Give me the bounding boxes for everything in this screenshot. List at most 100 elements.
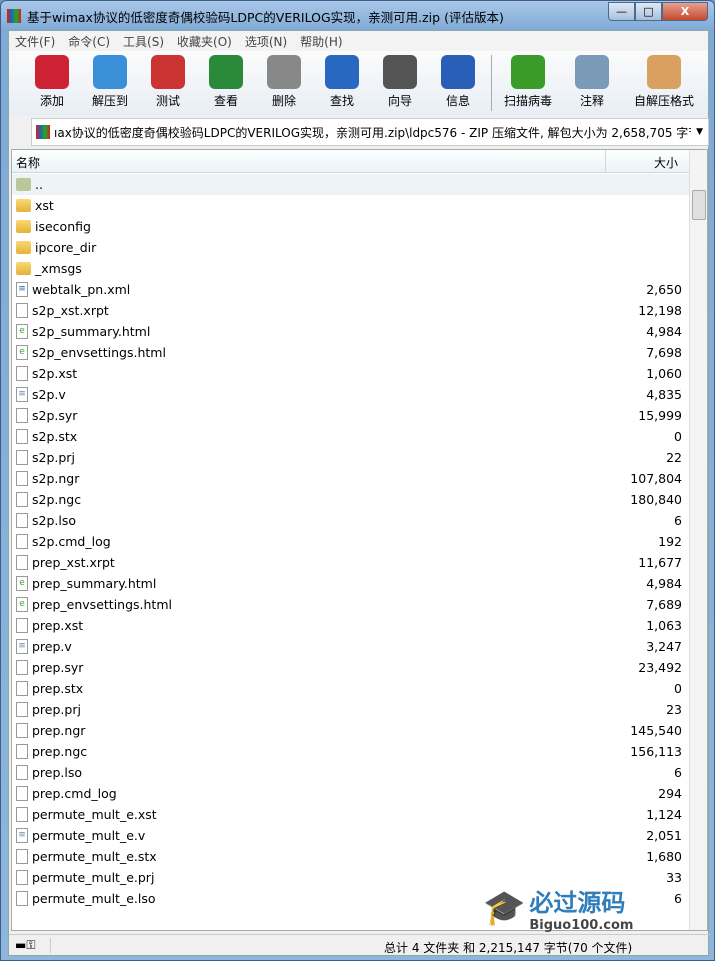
file-name: s2p_xst.xrpt [32, 303, 109, 318]
file-row[interactable]: s2p.xst 1,060 [12, 363, 690, 384]
address-bar[interactable]: ıax协议的低密度奇偶校验码LDPC的VERILOG实现，亲测可用.zip\ld… [31, 118, 709, 146]
file-size: 15,999 [638, 408, 682, 423]
file-size: 6 [674, 513, 682, 528]
file-name: prep.ngr [32, 723, 86, 738]
app-window: 基于wimax协议的低密度奇偶校验码LDPC的VERILOG实现，亲测可用.zi… [0, 0, 715, 961]
file-row[interactable]: .. [12, 174, 690, 195]
file-row[interactable]: prep.xst 1,063 [12, 615, 690, 636]
file-icon [16, 702, 28, 717]
file-row[interactable]: s2p.stx 0 [12, 426, 690, 447]
toolbar-label: 信息 [445, 94, 470, 108]
file-row[interactable]: s2p.ngr 107,804 [12, 468, 690, 489]
toolbar-label: 扫描病毒 [503, 94, 552, 108]
file-row[interactable]: s2p_xst.xrpt 12,198 [12, 300, 690, 321]
toolbar-button[interactable]: 自解压格式 [624, 55, 704, 109]
folder-icon [16, 199, 31, 212]
file-name: prep.stx [32, 681, 84, 696]
magnifier-icon [325, 55, 359, 89]
file-row[interactable]: e s2p_summary.html 4,984 [12, 321, 690, 342]
toolbar-button[interactable]: 注释 [560, 55, 624, 109]
status-bar: ▬⚿ 总计 4 文件夹 和 2,215,147 字节(70 个文件) [9, 934, 710, 956]
xml-file-icon: ≡ [16, 282, 28, 297]
file-icon [16, 723, 28, 738]
extract-folder-icon [93, 55, 127, 89]
file-name: s2p.stx [32, 429, 78, 444]
file-size: 192 [658, 534, 682, 549]
toolbar-label: 删除 [271, 94, 296, 108]
file-name: iseconfig [35, 219, 91, 234]
toolbar-button[interactable]: 删除 [255, 55, 313, 109]
file-name: xst [35, 198, 54, 213]
menu-item[interactable]: 命令(C) [68, 33, 110, 50]
toolbar-button[interactable]: 添加 [23, 55, 81, 109]
file-row[interactable]: prep.cmd_log 294 [12, 783, 690, 804]
file-row[interactable]: prep_xst.xrpt 11,677 [12, 552, 690, 573]
file-row[interactable]: e s2p_envsettings.html 7,698 [12, 342, 690, 363]
close-button[interactable]: X [662, 2, 708, 21]
minimize-button[interactable]: — [608, 2, 635, 21]
file-row[interactable]: ≡ prep.v 3,247 [12, 636, 690, 657]
toolbar-button[interactable]: 测试 [139, 55, 197, 109]
file-icon [16, 303, 28, 318]
file-row[interactable]: ≡ permute_mult_e.v 2,051 [12, 825, 690, 846]
file-name: permute_mult_e.xst [32, 807, 157, 822]
file-row[interactable]: s2p.syr 15,999 [12, 405, 690, 426]
file-row[interactable]: _xmsgs [12, 258, 690, 279]
file-name: prep.lso [32, 765, 83, 780]
file-row[interactable]: s2p.cmd_log 192 [12, 531, 690, 552]
file-icon [16, 660, 28, 675]
address-dropdown-icon[interactable]: ▼ [691, 127, 708, 137]
menu-item[interactable]: 收藏夹(O) [177, 33, 232, 50]
file-name: s2p.lso [32, 513, 77, 528]
file-row[interactable]: e prep_summary.html 4,984 [12, 573, 690, 594]
file-size: 3,247 [646, 639, 682, 654]
column-header-name[interactable]: 名称 [12, 150, 606, 172]
file-row[interactable]: prep.ngc 156,113 [12, 741, 690, 762]
file-size: 0 [674, 429, 682, 444]
file-row[interactable]: ipcore_dir [12, 237, 690, 258]
toolbar-button[interactable]: 查找 [313, 55, 371, 109]
toolbar-button[interactable]: 扫描病毒 [496, 55, 560, 109]
menu-item[interactable]: 选项(N) [245, 33, 287, 50]
menu-item[interactable]: 文件(F) [15, 33, 55, 50]
file-row[interactable]: prep.lso 6 [12, 762, 690, 783]
maximize-button[interactable]: □ [635, 2, 662, 21]
file-row[interactable]: s2p.prj 22 [12, 447, 690, 468]
toolbar-button[interactable]: 信息 [429, 55, 487, 109]
file-row[interactable]: s2p.ngc 180,840 [12, 489, 690, 510]
file-row[interactable]: ≡ s2p.v 4,835 [12, 384, 690, 405]
file-row[interactable]: s2p.lso 6 [12, 510, 690, 531]
file-icon [16, 450, 28, 465]
file-row[interactable]: xst [12, 195, 690, 216]
file-row[interactable]: permute_mult_e.stx 1,680 [12, 846, 690, 867]
file-size: 12,198 [638, 303, 682, 318]
file-row[interactable]: prep.syr 23,492 [12, 657, 690, 678]
html-file-icon: e [16, 576, 28, 591]
toolbar-button[interactable]: 解压到 [81, 55, 139, 109]
vertical-scrollbar[interactable] [689, 150, 707, 930]
toolbar-button[interactable]: 查看 [197, 55, 255, 109]
file-row[interactable]: prep.prj 23 [12, 699, 690, 720]
file-name: prep_xst.xrpt [32, 555, 115, 570]
toolbar-label: 添加 [39, 94, 64, 108]
html-file-icon: e [16, 597, 28, 612]
file-size: 11,677 [638, 555, 682, 570]
file-size: 0 [674, 681, 682, 696]
file-name: ipcore_dir [35, 240, 97, 255]
file-row[interactable]: permute_mult_e.xst 1,124 [12, 804, 690, 825]
file-row[interactable]: prep.stx 0 [12, 678, 690, 699]
menu-item[interactable]: 工具(S) [123, 33, 164, 50]
toolbar-button[interactable]: 向导 [371, 55, 429, 109]
file-name: s2p.cmd_log [32, 534, 111, 549]
menu-item[interactable]: 帮助(H) [300, 33, 342, 50]
file-row[interactable]: iseconfig [12, 216, 690, 237]
file-row[interactable]: e prep_envsettings.html 7,689 [12, 594, 690, 615]
file-icon [16, 618, 28, 633]
file-icon [16, 870, 28, 885]
folder-icon [16, 262, 31, 275]
column-header-size[interactable]: 大小 [606, 150, 686, 172]
window-title: 基于wimax协议的低密度奇偶校验码LDPC的VERILOG实现，亲测可用.zi… [27, 9, 504, 25]
file-row[interactable]: ≡ webtalk_pn.xml 2,650 [12, 279, 690, 300]
file-row[interactable]: prep.ngr 145,540 [12, 720, 690, 741]
file-size: 145,540 [630, 723, 682, 738]
